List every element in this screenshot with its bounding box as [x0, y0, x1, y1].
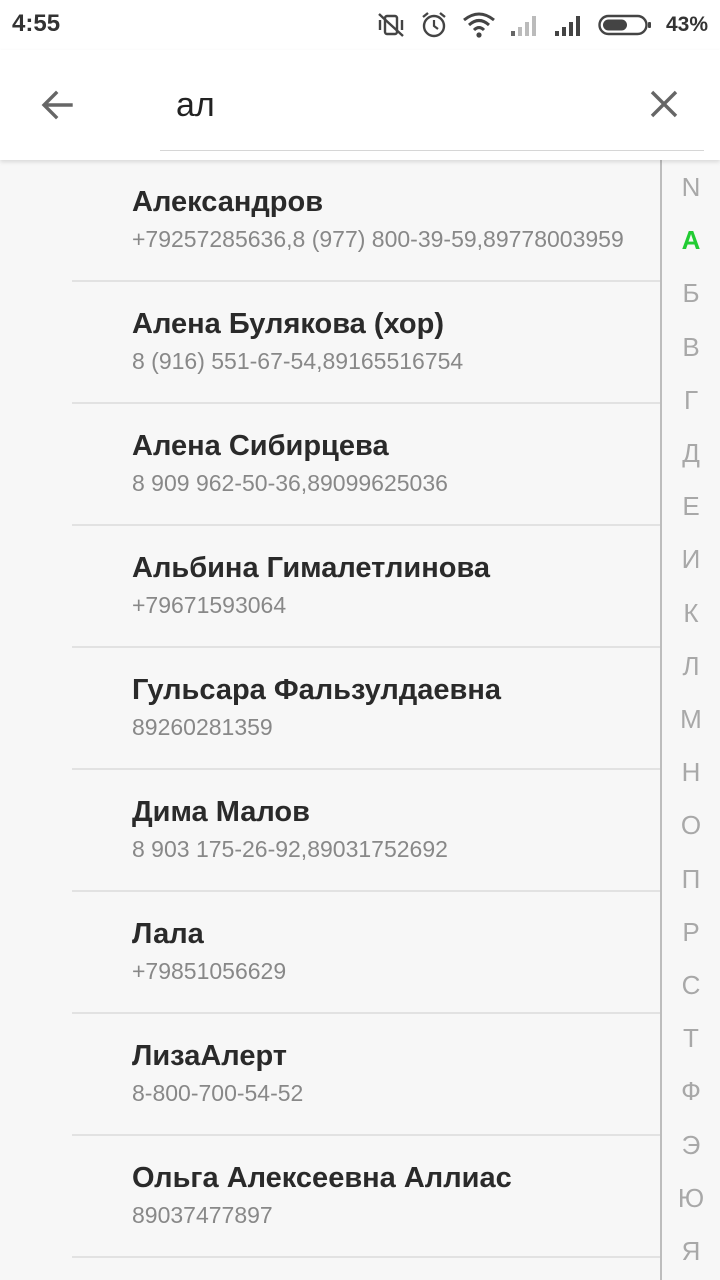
index-letter[interactable]: П: [662, 864, 720, 895]
index-letter[interactable]: Н: [662, 757, 720, 788]
signal-icon: [510, 13, 540, 37]
contact-phone: 89260281359: [132, 714, 273, 740]
contact-item[interactable]: Дима Малов 8 903 175-26-92,89031752692: [0, 770, 660, 892]
close-icon: [650, 90, 678, 118]
index-letter[interactable]: М: [662, 704, 720, 735]
contact-list[interactable]: Александров +79257285636,8 (977) 800-39-…: [0, 160, 660, 1280]
index-letter[interactable]: Л: [662, 651, 720, 682]
contact-item[interactable]: Альбина Гималетлинова +79671593064: [0, 526, 660, 648]
index-letter[interactable]: С: [662, 970, 720, 1001]
search-input[interactable]: [176, 78, 616, 132]
contact-item[interactable]: Ольга Алексеевна Аллиас 89037477897: [0, 1136, 660, 1258]
back-button[interactable]: [30, 78, 84, 132]
search-underline: [160, 150, 704, 151]
alarm-icon: [420, 11, 448, 39]
index-letter[interactable]: Р: [662, 917, 720, 948]
contact-phone: 8 903 175-26-92,89031752692: [132, 836, 448, 862]
contact-phone: 8 (916) 551-67-54,89165516754: [132, 348, 464, 374]
alphabet-index[interactable]: NАБВГДЕИКЛМНОПРСТФЭЮЯ: [660, 160, 720, 1280]
arrow-left-icon: [41, 90, 73, 120]
index-letter[interactable]: Г: [662, 385, 720, 416]
contact-phone: +79851056629: [132, 958, 287, 984]
search-header: [0, 50, 720, 160]
contact-phone: +79671593064: [132, 592, 287, 618]
index-letter[interactable]: N: [662, 172, 720, 203]
signal-icon: [554, 13, 584, 37]
contact-phone: 89037477897: [132, 1202, 273, 1228]
status-bar: 4:55 43%: [0, 0, 720, 50]
contact-name: Алена Булякова (хор): [132, 308, 444, 340]
vibrate-off-icon: [376, 11, 406, 39]
index-letter[interactable]: Э: [662, 1130, 720, 1161]
index-letter[interactable]: В: [662, 332, 720, 363]
index-letter[interactable]: И: [662, 544, 720, 575]
contact-name: ЛизаАлерт: [132, 1040, 287, 1072]
divider: [72, 1256, 660, 1258]
contact-phone: 8-800-700-54-52: [132, 1080, 304, 1106]
index-letter[interactable]: Т: [662, 1023, 720, 1054]
index-letter[interactable]: К: [662, 598, 720, 629]
status-time: 4:55: [12, 10, 61, 37]
clear-search-button[interactable]: [636, 76, 692, 132]
index-letter[interactable]: Я: [662, 1236, 720, 1267]
contact-item[interactable]: Алена Булякова (хор) 8 (916) 551-67-54,8…: [0, 282, 660, 404]
contact-item[interactable]: Гульсара Фальзулдаевна 89260281359: [0, 648, 660, 770]
contact-item[interactable]: Алена Сибирцева 8 909 962-50-36,89099625…: [0, 404, 660, 526]
contact-name: Александров: [132, 186, 324, 218]
battery-icon: [598, 13, 652, 37]
contact-name: Гульсара Фальзулдаевна: [132, 674, 501, 706]
contact-name: Дима Малов: [132, 796, 310, 828]
contact-name: Ольга Алексеевна Аллиас: [132, 1162, 512, 1194]
index-letter[interactable]: А: [662, 225, 720, 256]
contact-item[interactable]: Лала +79851056629: [0, 892, 660, 1014]
contact-item[interactable]: Александров +79257285636,8 (977) 800-39-…: [0, 160, 660, 282]
contact-name: Альбина Гималетлинова: [132, 552, 491, 584]
battery-percent: 43%: [665, 13, 708, 36]
index-letter[interactable]: О: [662, 810, 720, 841]
index-letter[interactable]: Б: [662, 278, 720, 309]
index-letter[interactable]: Е: [662, 491, 720, 522]
index-letter[interactable]: Д: [662, 438, 720, 469]
status-icons: 43%: [376, 8, 708, 42]
index-letter[interactable]: Ю: [662, 1183, 720, 1214]
contact-item[interactable]: ЛизаАлерт 8-800-700-54-52: [0, 1014, 660, 1136]
contact-phone: 8 909 962-50-36,89099625036: [132, 470, 448, 496]
contact-phone: +79257285636,8 (977) 800-39-59,897780039…: [132, 226, 624, 252]
contact-name: Лала: [132, 918, 204, 950]
index-letter[interactable]: Ф: [662, 1076, 720, 1107]
contact-name: Алена Сибирцева: [132, 430, 389, 462]
wifi-icon: [462, 12, 496, 38]
